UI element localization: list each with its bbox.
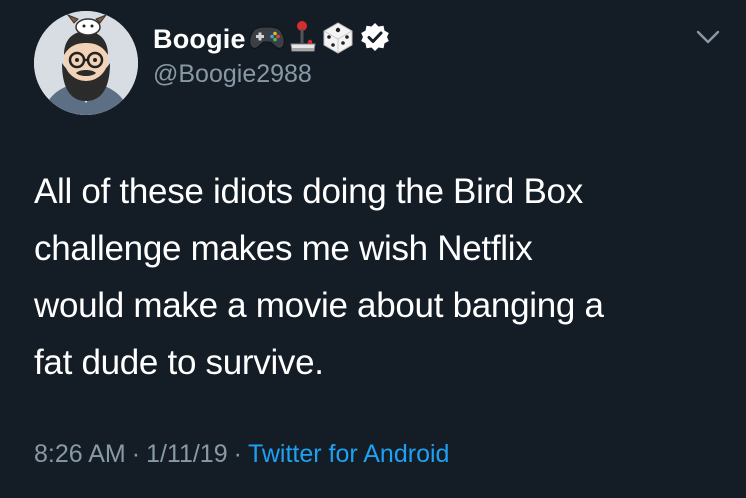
tweet-meta: 8:26 AM · 1/11/19 · Twitter for Android — [34, 440, 449, 469]
tweet-card: Boogie @Boogie2988 All of these idiots d… — [0, 0, 746, 498]
verified-badge-icon — [360, 22, 390, 57]
tweet-date[interactable]: 1/11/19 — [146, 440, 228, 468]
display-name-row: Boogie — [153, 18, 390, 60]
chevron-down-icon[interactable] — [695, 26, 721, 48]
joystick-icon — [288, 20, 318, 59]
meta-separator: · — [233, 440, 242, 468]
gamepad-icon — [248, 22, 286, 57]
tweet-source-link[interactable]: Twitter for Android — [248, 440, 449, 468]
tweet-text: All of these idiots doing the Bird Box c… — [34, 172, 604, 382]
user-handle[interactable]: @Boogie2988 — [153, 60, 312, 89]
display-name[interactable]: Boogie — [153, 24, 246, 55]
meta-separator: · — [131, 440, 141, 468]
avatar[interactable] — [34, 11, 138, 115]
dice-icon — [320, 19, 356, 60]
tweet-time[interactable]: 8:26 AM — [34, 440, 126, 468]
